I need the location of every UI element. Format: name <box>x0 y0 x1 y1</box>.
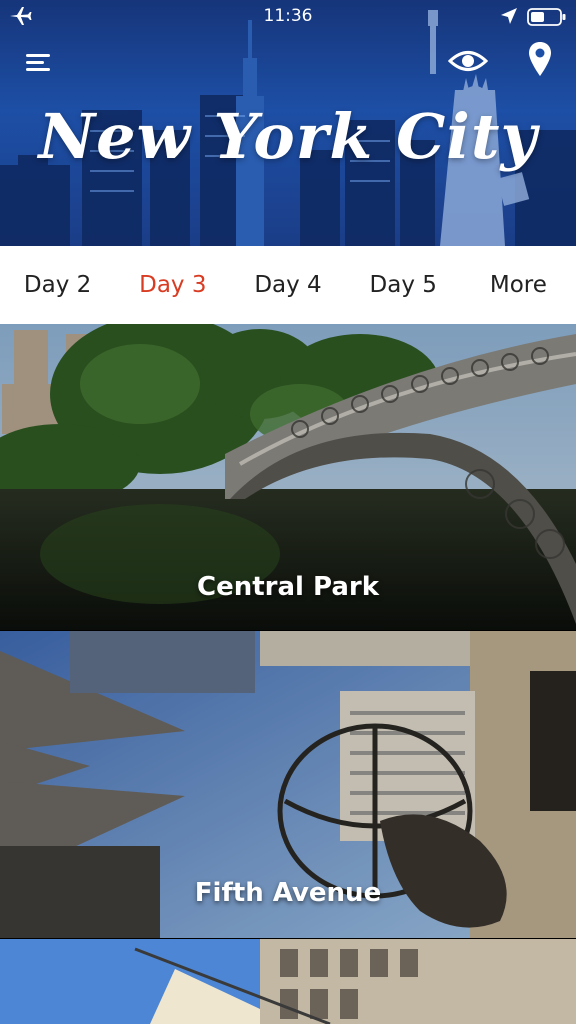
eye-icon[interactable] <box>448 46 488 76</box>
status-time: 11:36 <box>263 6 313 26</box>
status-bar: 11:36 <box>0 0 576 32</box>
place-title: Fifth Avenue <box>194 878 382 908</box>
place-card-third[interactable] <box>0 939 576 1024</box>
tab-day-2[interactable]: Day 2 <box>0 272 115 298</box>
day-tabs: Day 2 Day 3 Day 4 Day 5 More <box>0 246 576 325</box>
header-banner: 11:36 New York City <box>0 0 576 246</box>
tab-more[interactable]: More <box>461 272 576 298</box>
place-card-fifth-avenue[interactable]: Fifth Avenue <box>0 631 576 938</box>
third-place-image <box>0 939 576 1024</box>
battery-icon <box>527 8 566 26</box>
location-arrow-icon <box>501 8 517 24</box>
place-title: Central Park <box>197 572 379 602</box>
tab-day-4[interactable]: Day 4 <box>230 272 345 298</box>
map-pin-icon[interactable] <box>526 40 554 78</box>
tab-day-5[interactable]: Day 5 <box>346 272 461 298</box>
page-title: New York City <box>38 100 538 173</box>
tab-day-3[interactable]: Day 3 <box>115 272 230 298</box>
menu-icon[interactable] <box>22 48 54 76</box>
place-card-central-park[interactable]: Central Park <box>0 324 576 630</box>
